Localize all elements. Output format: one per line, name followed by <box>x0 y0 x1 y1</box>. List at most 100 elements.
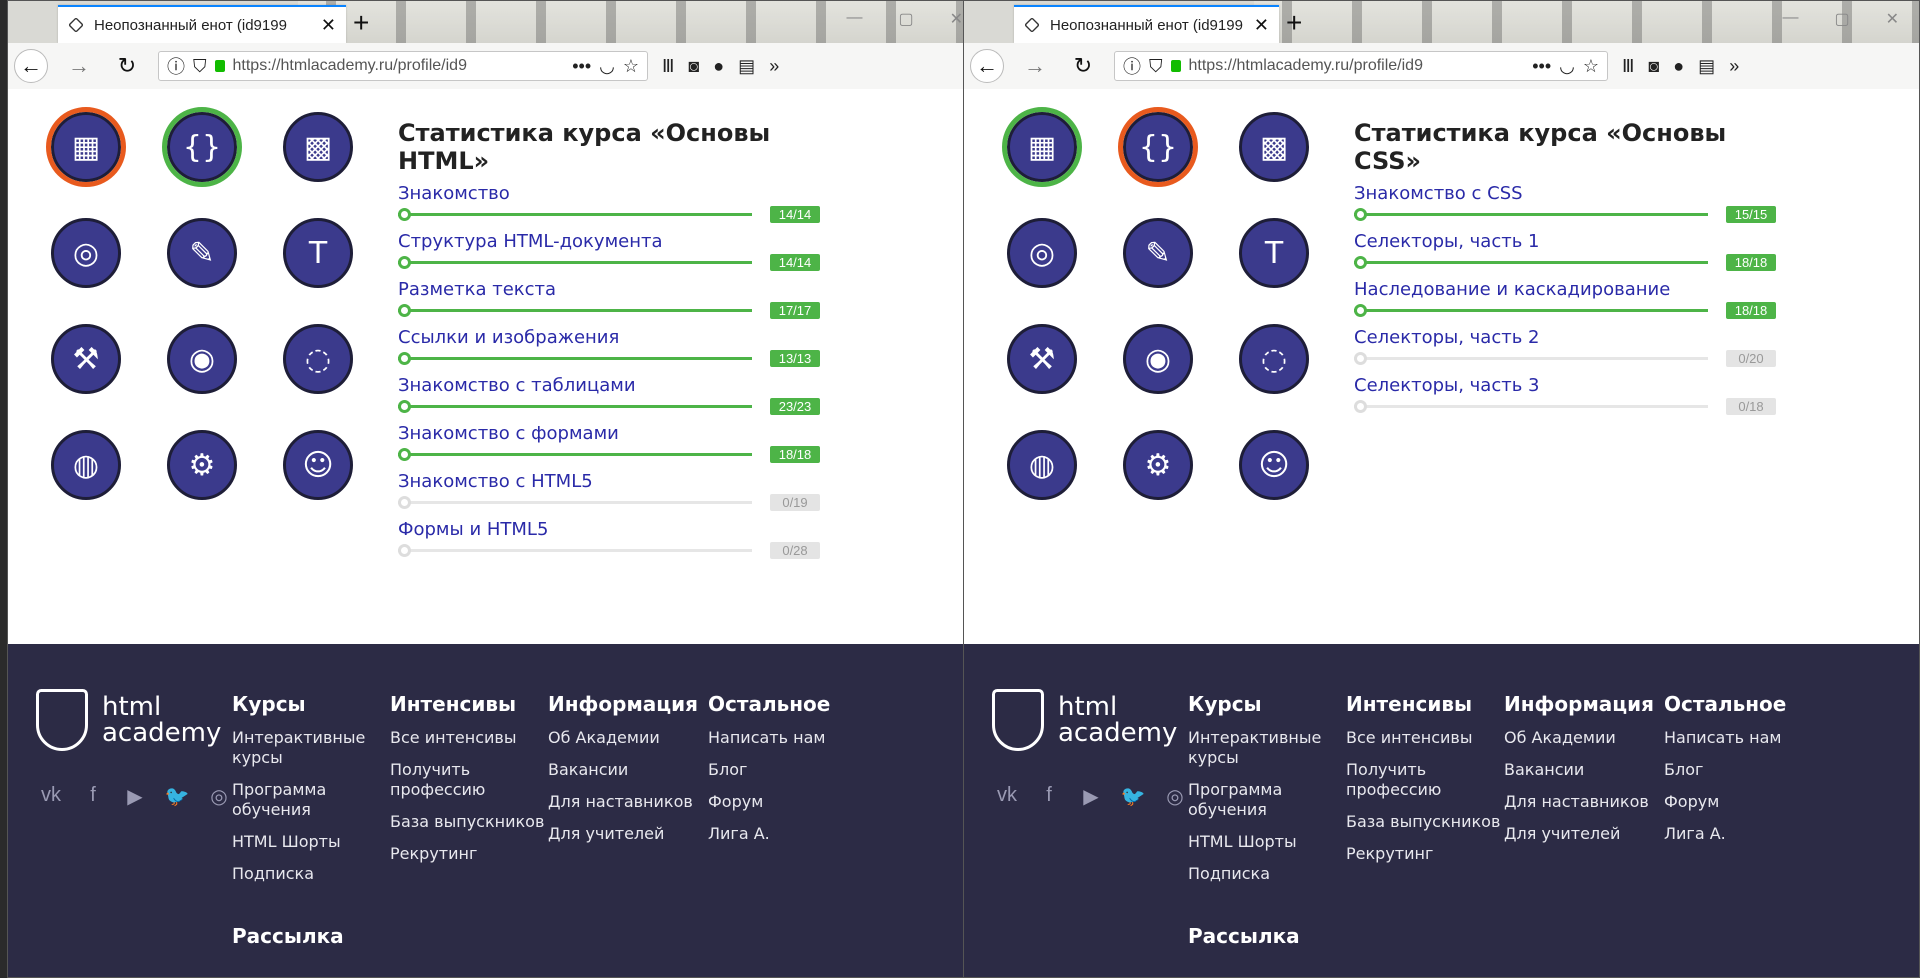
pocket-icon[interactable]: ◡ <box>1559 56 1575 77</box>
badge[interactable]: ▦ <box>1002 107 1082 187</box>
lesson-link[interactable]: Селекторы, часть 3 <box>1354 375 1774 396</box>
footer-link[interactable]: Об Академии <box>1504 728 1674 748</box>
footer-link[interactable]: Рекрутинг <box>1346 844 1516 864</box>
badge[interactable]: ⚒ <box>1002 319 1082 399</box>
info-icon[interactable]: ⓘ <box>1123 53 1141 79</box>
lesson-link[interactable]: Наследование и каскадирование <box>1354 279 1774 300</box>
extension-icon[interactable]: ◙ <box>1648 56 1659 77</box>
new-tab-icon[interactable]: + <box>1286 7 1302 39</box>
browser-tab[interactable]: Неопознанный енот (id9199 ✕ <box>1014 5 1279 43</box>
extension-icon[interactable]: ◙ <box>688 56 699 77</box>
badge[interactable]: ⚙ <box>162 425 242 505</box>
footer-link[interactable]: Для наставников <box>1504 792 1674 812</box>
lesson-link[interactable]: Знакомство с CSS <box>1354 183 1774 204</box>
overflow-icon[interactable]: » <box>769 56 779 77</box>
footer-link[interactable]: HTML Шорты <box>1188 832 1358 852</box>
badge[interactable]: {} <box>1118 107 1198 187</box>
lesson-link[interactable]: Разметка текста <box>398 279 818 300</box>
lesson-link[interactable]: Знакомство с HTML5 <box>398 471 818 492</box>
footer-link[interactable]: Программа обучения <box>1188 780 1358 820</box>
lesson-link[interactable]: Знакомство с формами <box>398 423 818 444</box>
vk-icon[interactable]: vk <box>994 784 1020 809</box>
more-icon[interactable]: ••• <box>1532 56 1551 77</box>
badge[interactable]: ⚒ <box>46 319 126 399</box>
new-tab-icon[interactable]: + <box>353 7 369 39</box>
footer-link[interactable]: Написать нам <box>1664 728 1834 748</box>
reader-view-icon[interactable]: ▤ <box>1698 56 1715 77</box>
badge[interactable]: ▩ <box>1234 107 1314 187</box>
badge[interactable]: ◉ <box>1118 319 1198 399</box>
youtube-icon[interactable]: ▶ <box>122 784 148 809</box>
pocket-icon[interactable]: ◡ <box>599 56 615 77</box>
footer-link[interactable]: Для учителей <box>548 824 718 844</box>
grammarly-icon[interactable]: ● <box>1673 56 1684 77</box>
footer-link[interactable]: HTML Шорты <box>232 832 402 852</box>
address-bar[interactable]: ⓘ ⛉ https://htmlacademy.ru/profile/id9 •… <box>1114 51 1608 81</box>
footer-link[interactable]: Рекрутинг <box>390 844 560 864</box>
lesson-link[interactable]: Знакомство <box>398 183 818 204</box>
shield-icon[interactable]: ⛉ <box>1149 56 1163 77</box>
close-tab-icon[interactable]: ✕ <box>1254 15 1269 36</box>
badge[interactable]: ◎ <box>1002 213 1082 293</box>
footer-link[interactable]: Блог <box>708 760 878 780</box>
badge[interactable]: ◌ <box>278 319 358 399</box>
back-icon[interactable]: ← <box>14 49 48 83</box>
url-text[interactable]: https://htmlacademy.ru/profile/id9 <box>233 57 565 75</box>
badge[interactable]: ◍ <box>1002 425 1082 505</box>
library-icon[interactable]: Ⅲ <box>662 56 674 77</box>
library-icon[interactable]: Ⅲ <box>1622 56 1634 77</box>
badge[interactable]: ☺ <box>1234 425 1314 505</box>
badge[interactable]: ▦ <box>46 107 126 187</box>
footer-link[interactable]: Для учителей <box>1504 824 1674 844</box>
footer-link[interactable]: Все интенсивы <box>1346 728 1516 748</box>
reload-icon[interactable]: ↻ <box>1066 49 1100 83</box>
lesson-link[interactable]: Ссылки и изображения <box>398 327 818 348</box>
maximize-icon[interactable]: ▢ <box>1834 9 1849 29</box>
facebook-icon[interactable]: f <box>1036 784 1062 809</box>
footer-link[interactable]: Об Академии <box>548 728 718 748</box>
badge[interactable]: ◉ <box>162 319 242 399</box>
forward-icon[interactable]: → <box>1018 49 1052 83</box>
footer-link[interactable]: Блог <box>1664 760 1834 780</box>
info-icon[interactable]: ⓘ <box>167 53 185 79</box>
badge[interactable]: T <box>1234 213 1314 293</box>
footer-link[interactable]: Написать нам <box>708 728 878 748</box>
badge[interactable]: ⚙ <box>1118 425 1198 505</box>
grammarly-icon[interactable]: ● <box>713 56 724 77</box>
twitter-icon[interactable]: 🐦 <box>1120 784 1146 809</box>
bookmark-star-icon[interactable]: ☆ <box>1583 56 1599 77</box>
reload-icon[interactable]: ↻ <box>110 49 144 83</box>
badge[interactable]: ◍ <box>46 425 126 505</box>
instagram-icon[interactable]: ◎ <box>1162 784 1188 809</box>
badge[interactable]: {} <box>162 107 242 187</box>
bookmark-star-icon[interactable]: ☆ <box>623 56 639 77</box>
badge[interactable]: ☺ <box>278 425 358 505</box>
footer-link[interactable]: Подписка <box>1188 864 1358 884</box>
lesson-link[interactable]: Структура HTML-документа <box>398 231 818 252</box>
instagram-icon[interactable]: ◎ <box>206 784 232 809</box>
footer-link[interactable]: Программа обучения <box>232 780 402 820</box>
badge[interactable]: ✎ <box>162 213 242 293</box>
minimize-icon[interactable]: — <box>1782 9 1798 29</box>
footer-link[interactable]: Вакансии <box>1504 760 1674 780</box>
lesson-link[interactable]: Селекторы, часть 2 <box>1354 327 1774 348</box>
academy-logo[interactable]: html academy <box>992 689 1177 751</box>
academy-logo[interactable]: html academy <box>36 689 221 751</box>
badge[interactable]: ▩ <box>278 107 358 187</box>
footer-link[interactable]: База выпускников <box>1346 812 1516 832</box>
address-bar[interactable]: ⓘ ⛉ https://htmlacademy.ru/profile/id9 •… <box>158 51 648 81</box>
maximize-icon[interactable]: ▢ <box>898 9 913 29</box>
footer-link[interactable]: Подписка <box>232 864 402 884</box>
lesson-link[interactable]: Формы и HTML5 <box>398 519 818 540</box>
footer-link[interactable]: Интерактивные курсы <box>1188 728 1358 768</box>
twitter-icon[interactable]: 🐦 <box>164 784 190 809</box>
minimize-icon[interactable]: — <box>846 9 862 29</box>
vk-icon[interactable]: vk <box>38 784 64 809</box>
footer-link[interactable]: База выпускников <box>390 812 560 832</box>
footer-link[interactable]: Получить профессию <box>390 760 560 800</box>
window-close-icon[interactable]: ✕ <box>950 9 963 29</box>
footer-link[interactable]: Интерактивные курсы <box>232 728 402 768</box>
window-close-icon[interactable]: ✕ <box>1886 9 1899 29</box>
lesson-link[interactable]: Селекторы, часть 1 <box>1354 231 1774 252</box>
footer-link[interactable]: Лига А. <box>708 824 878 844</box>
